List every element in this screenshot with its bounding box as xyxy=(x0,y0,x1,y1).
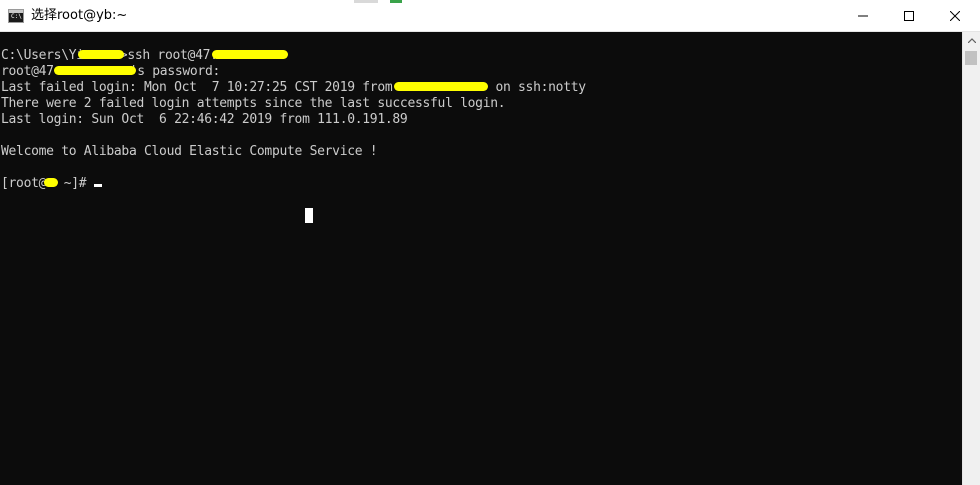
console-text: 's password: xyxy=(129,64,221,79)
maximize-icon xyxy=(904,10,914,21)
console-line: C:\Users\Yi >ssh root@47. xyxy=(1,48,288,64)
console-text: [root@ xyxy=(1,176,47,191)
redacted-text xyxy=(393,82,488,91)
vertical-scrollbar[interactable] xyxy=(962,32,980,485)
console-app-icon[interactable]: C:\ xyxy=(8,9,24,23)
minimize-button[interactable] xyxy=(840,0,886,31)
scroll-up-button[interactable] xyxy=(963,32,980,49)
mouse-text-cursor xyxy=(305,208,313,223)
close-icon xyxy=(950,10,960,21)
console-line: There were 2 failed login attempts since… xyxy=(1,96,506,111)
console-text: C:\Users\Yi xyxy=(1,48,84,63)
window-title: 选择root@yb:~ xyxy=(31,8,128,23)
redacted-text xyxy=(44,178,59,187)
app-icon-text: C:\ xyxy=(11,13,22,20)
redacted-text xyxy=(77,50,124,59)
redacted-text xyxy=(211,50,288,59)
console-text: ~]# xyxy=(56,176,94,191)
titlebar-edge-decoration xyxy=(354,0,378,3)
scrollbar-thumb[interactable] xyxy=(965,51,977,65)
console-line: Last login: Sun Oct 6 22:46:42 2019 from… xyxy=(1,112,408,127)
text-cursor xyxy=(93,184,102,187)
console-output[interactable]: C:\Users\Yi >ssh root@47. root@47 's passw… xyxy=(0,32,962,485)
console-line: Welcome to Alibaba Cloud Elastic Compute… xyxy=(1,144,378,159)
title-bar[interactable]: C:\ 选择root@yb:~ xyxy=(0,0,980,32)
chevron-up-icon xyxy=(967,38,976,43)
console-line: Last failed login: Mon Oct 7 10:27:25 CS… xyxy=(1,80,586,96)
console-window: C:\ 选择root@yb:~ C:\Users\Yi >ssh root@47. xyxy=(0,0,980,485)
console-text: root@47 xyxy=(1,64,54,79)
minimize-icon xyxy=(858,15,868,16)
maximize-button[interactable] xyxy=(886,0,932,31)
redacted-text xyxy=(53,66,136,75)
close-button[interactable] xyxy=(932,0,978,31)
console-text: >ssh root@47. xyxy=(119,48,218,63)
console-text: Last failed login: Mon Oct 7 10:27:25 CS… xyxy=(1,80,400,95)
console-text: on ssh:notty xyxy=(487,80,586,95)
console-line: root@47 's password: xyxy=(1,64,220,80)
titlebar-edge-decoration xyxy=(390,0,402,3)
shell-prompt[interactable]: [root@ ~]# xyxy=(1,176,102,192)
